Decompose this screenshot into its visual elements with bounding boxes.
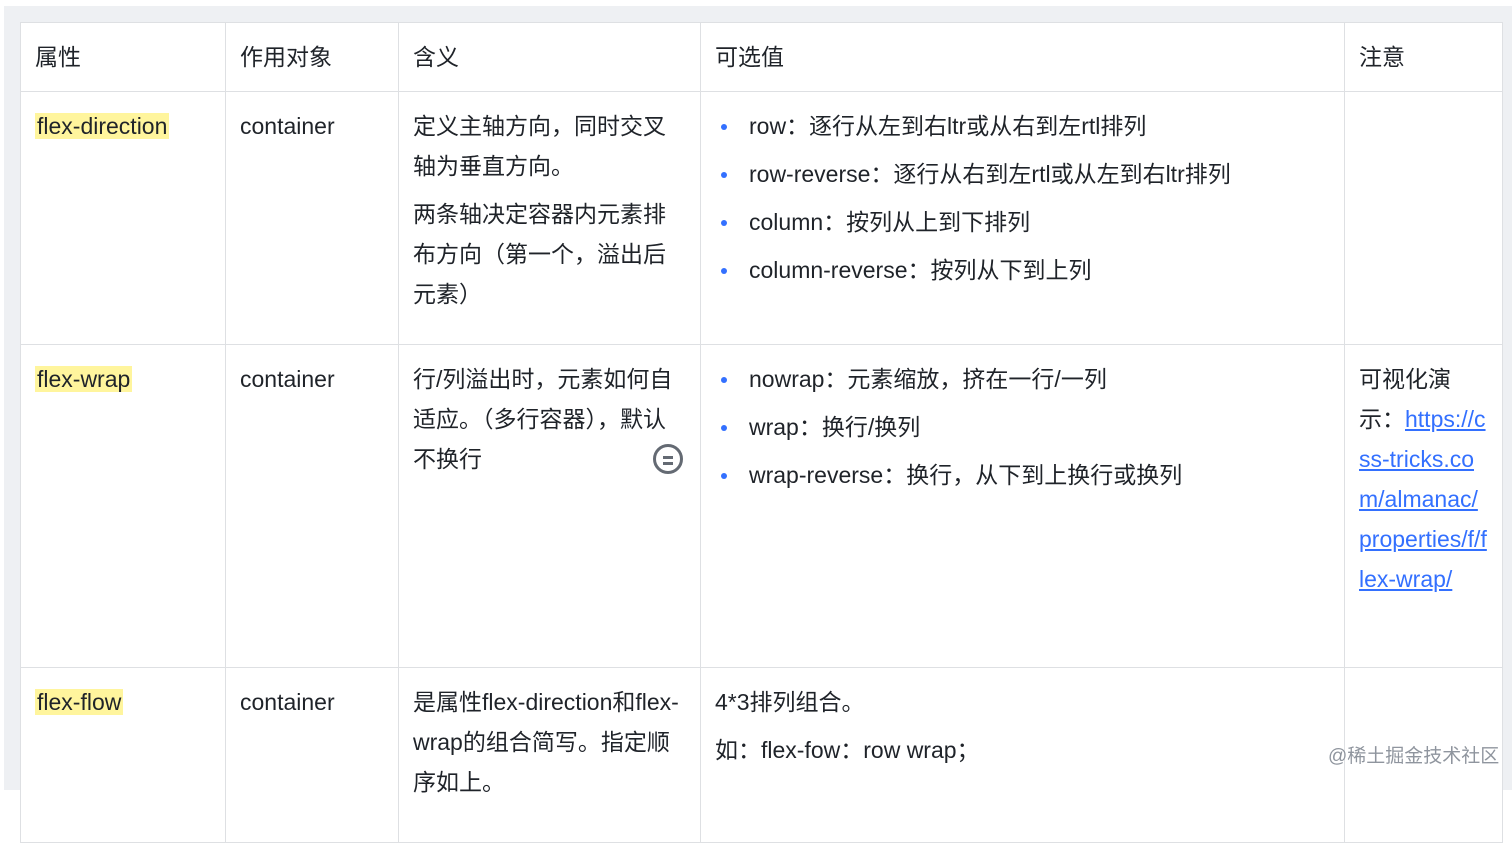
property-name: flex-wrap xyxy=(35,366,133,392)
header-meaning: 含义 xyxy=(398,22,701,92)
list-toggle-icon[interactable] xyxy=(653,444,683,474)
list-item: nowrap：元素缩放，挤在一行/一列 xyxy=(721,359,1330,399)
toggle-line xyxy=(663,462,673,465)
header-property: 属性 xyxy=(20,22,226,92)
table-row: flex-direction container 定义主轴方向，同时交叉轴为垂直… xyxy=(20,91,1503,345)
property-cell[interactable]: flex-wrap xyxy=(20,344,226,668)
frame-right xyxy=(1502,6,1512,790)
meaning-cell[interactable]: 是属性flex-direction和flex-wrap的组合简写。指定顺序如上。 xyxy=(398,667,701,843)
frame-top xyxy=(4,6,1504,22)
options-cell[interactable]: nowrap：元素缩放，挤在一行/一列 wrap：换行/换列 wrap-reve… xyxy=(700,344,1345,668)
table-row: flex-flow container 是属性flex-direction和fl… xyxy=(20,667,1503,843)
header-options: 可选值 xyxy=(700,22,1345,92)
target-cell[interactable]: container xyxy=(225,344,399,668)
options-paragraph: 如：flex-fow：row wrap； xyxy=(715,737,980,763)
meaning-paragraph: 是属性flex-direction和flex-wrap的组合简写。指定顺序如上。 xyxy=(413,689,679,795)
list-item: row：逐行从左到右ltr或从右到左rtl排列 xyxy=(721,106,1330,146)
header-target: 作用对象 xyxy=(225,22,399,92)
property-cell[interactable]: flex-flow xyxy=(20,667,226,843)
table-row: flex-wrap container 行/列溢出时，元素如何自适应。（多行容器… xyxy=(20,344,1503,668)
meaning-cell[interactable]: 行/列溢出时，元素如何自适应。（多行容器），默认不换行 xyxy=(398,344,701,668)
list-item: column-reverse：按列从下到上列 xyxy=(721,250,1330,290)
note-cell[interactable] xyxy=(1344,91,1503,345)
watermark: @稀土掘金技术社区 xyxy=(1328,746,1500,767)
property-name: flex-direction xyxy=(35,113,170,139)
note-cell[interactable]: 可视化演示：https://css-tricks.com/almanac/pro… xyxy=(1344,344,1503,668)
property-name: flex-flow xyxy=(35,689,124,715)
list-item: row-reverse：逐行从右到左rtl或从左到右ltr排列 xyxy=(721,154,1330,194)
header-note: 注意 xyxy=(1344,22,1503,92)
list-item: column：按列从上到下排列 xyxy=(721,202,1330,242)
list-item: wrap-reverse：换行，从下到上换行或换列 xyxy=(721,455,1330,495)
options-list: row：逐行从左到右ltr或从右到左rtl排列 row-reverse：逐行从右… xyxy=(715,106,1330,290)
flex-properties-table: 属性 作用对象 含义 可选值 注意 flex-direction contain… xyxy=(20,22,1503,843)
meaning-paragraph: 定义主轴方向，同时交叉轴为垂直方向。 xyxy=(413,113,666,179)
list-item: wrap：换行/换列 xyxy=(721,407,1330,447)
options-cell[interactable]: 4*3排列组合。 如：flex-fow：row wrap； xyxy=(700,667,1345,843)
css-tricks-link[interactable]: https://css-tricks.com/almanac/propertie… xyxy=(1359,406,1487,592)
meaning-paragraph: 两条轴决定容器内元素排布方向（第一个，溢出后元素） xyxy=(413,201,666,307)
options-paragraph: 4*3排列组合。 xyxy=(715,689,865,715)
meaning-cell[interactable]: 定义主轴方向，同时交叉轴为垂直方向。 两条轴决定容器内元素排布方向（第一个，溢出… xyxy=(398,91,701,345)
frame-left xyxy=(4,6,20,790)
meaning-paragraph: 行/列溢出时，元素如何自适应。（多行容器），默认不换行 xyxy=(413,366,673,472)
table-header-row: 属性 作用对象 含义 可选值 注意 xyxy=(20,22,1503,92)
target-cell[interactable]: container xyxy=(225,91,399,345)
property-cell[interactable]: flex-direction xyxy=(20,91,226,345)
options-cell[interactable]: row：逐行从左到右ltr或从右到左rtl排列 row-reverse：逐行从右… xyxy=(700,91,1345,345)
toggle-line xyxy=(663,456,673,459)
target-cell[interactable]: container xyxy=(225,667,399,843)
options-list: nowrap：元素缩放，挤在一行/一列 wrap：换行/换列 wrap-reve… xyxy=(715,359,1330,495)
